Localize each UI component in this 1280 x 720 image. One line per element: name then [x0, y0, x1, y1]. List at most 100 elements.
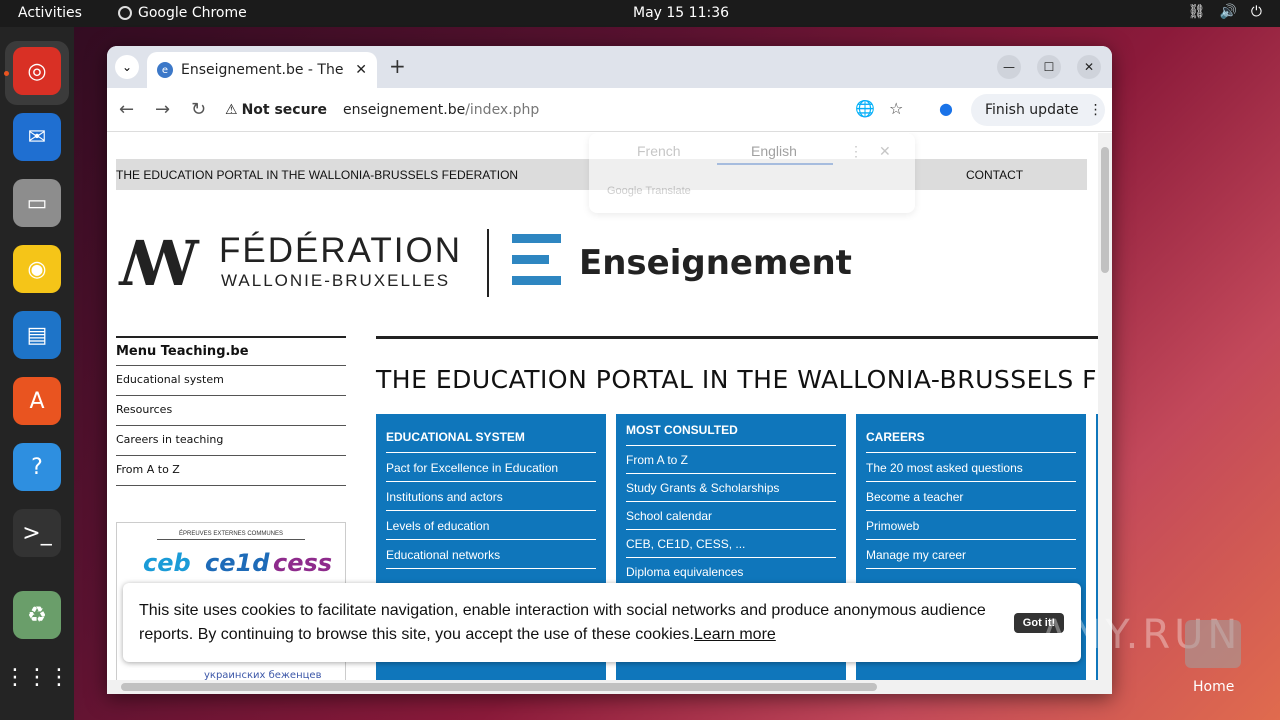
column-link[interactable]: Become a teacher [866, 482, 1076, 511]
side-menu: Menu Teaching.be Educational system Resou… [116, 336, 346, 486]
url-path: /index.php [465, 102, 540, 118]
finish-update-button[interactable]: Finish update ⋮ [971, 94, 1105, 126]
column-title[interactable]: MOST CONSULTED [626, 414, 836, 446]
back-button[interactable]: ← [119, 99, 134, 120]
system-tray[interactable]: ⛓ 🔊 ⏻ [1188, 4, 1262, 20]
translate-lang-to[interactable]: English [751, 143, 797, 159]
page-content: THE EDUCATION PORTAL IN THE WALLONIA-BRU… [107, 133, 1112, 694]
main-title-rule [376, 336, 1098, 339]
system-top-bar: Activities Google Chrome May 15 11:36 ⛓ … [0, 0, 1280, 27]
menu-title: Menu Teaching.be [116, 338, 346, 366]
maximize-button[interactable]: ☐ [1037, 55, 1061, 79]
column-link[interactable]: Manage my career [866, 540, 1076, 569]
column-link[interactable]: Levels of education [386, 511, 596, 540]
translate-brand: Google Translate [607, 185, 691, 197]
menu-item[interactable]: Careers in teaching [116, 426, 346, 456]
logo-divider [487, 229, 489, 297]
tab-strip: ⌄ e Enseignement.be - The E ✕ + — ☐ ✕ [107, 46, 1112, 88]
profile-icon[interactable]: ● [939, 99, 953, 118]
volume-icon: 🔊 [1219, 4, 1237, 20]
browser-window: ⌄ e Enseignement.be - The E ✕ + — ☐ ✕ ← … [107, 46, 1112, 694]
dock-rhythmbox-icon[interactable]: ◉ [13, 245, 61, 293]
chrome-icon [118, 6, 132, 20]
clock[interactable]: May 15 11:36 [633, 5, 729, 21]
horizontal-scroll-thumb[interactable] [121, 683, 877, 691]
exams-header: ÉPREUVES EXTERNES COMMUNES [157, 531, 305, 540]
main-title: THE EDUCATION PORTAL IN THE WALLONIA-BRU… [376, 365, 1098, 394]
dock-help-icon[interactable]: ? [13, 443, 61, 491]
dock-show-apps-icon[interactable]: ⋮⋮⋮ [4, 653, 70, 701]
horizontal-scrollbar[interactable] [107, 680, 1098, 694]
power-icon: ⏻ [1250, 4, 1262, 20]
browser-toolbar: ← → ↻ ⚠ Not secure enseignement.be /inde… [107, 88, 1112, 132]
forward-button[interactable]: → [155, 99, 170, 120]
logo-line1: FÉDÉRATION [219, 231, 462, 270]
column-link[interactable]: From A to Z [626, 446, 836, 474]
fwb-mark-icon: ꟿ [119, 227, 199, 300]
column-link[interactable]: Study Grants & Scholarships [626, 474, 836, 502]
dock-chrome-icon[interactable]: ◎ [13, 47, 61, 95]
warning-icon: ⚠ [225, 102, 238, 118]
column-link[interactable]: CEB, CE1D, CESS, ... [626, 530, 836, 558]
minimize-button[interactable]: — [997, 55, 1021, 79]
contact-link[interactable]: CONTACT [966, 168, 1023, 182]
menu-item[interactable]: Educational system [116, 366, 346, 396]
translate-close-icon[interactable]: ✕ [879, 143, 891, 160]
dock-thunderbird-icon[interactable]: ✉ [13, 113, 61, 161]
bookmark-star-icon[interactable]: ☆ [889, 99, 903, 118]
dock-app-center-icon[interactable]: A [13, 377, 61, 425]
app-name: Google Chrome [138, 5, 247, 21]
menu-item[interactable]: Resources [116, 396, 346, 426]
security-indicator[interactable]: ⚠ Not secure [225, 102, 327, 118]
ceb-logo: ceb [143, 549, 191, 577]
translate-active-underline [717, 163, 833, 165]
app-menu[interactable]: Google Chrome [118, 5, 247, 21]
ce1d-logo: ce1d [205, 549, 270, 577]
column-link[interactable]: The 20 most asked questions [866, 453, 1076, 482]
column-link[interactable]: Diploma equivalences [626, 558, 836, 586]
kebab-menu-icon: ⋮ [1088, 102, 1103, 118]
dock-files-icon[interactable]: ▭ [13, 179, 61, 227]
menu-item[interactable]: From A to Z [116, 456, 346, 486]
column-link[interactable]: Institutions and actors [386, 482, 596, 511]
logo-line2: WALLONIE-BRUXELLES [221, 271, 451, 290]
cookie-banner: This site uses cookies to facilitate nav… [123, 583, 1081, 662]
translate-lang-from[interactable]: French [637, 143, 681, 159]
column-link[interactable]: Primoweb [866, 511, 1076, 540]
column-title[interactable]: CAREERS [866, 414, 1076, 453]
running-indicator [4, 71, 9, 76]
site-favicon-icon: e [157, 62, 173, 78]
column-title[interactable]: EDUCATIONAL SYSTEM [386, 414, 596, 453]
home-folder-icon[interactable] [1185, 620, 1241, 668]
cookie-text: This site uses cookies to facilitate nav… [139, 602, 986, 643]
network-icon: ⛓ [1187, 4, 1206, 20]
column-link[interactable]: School calendar [626, 502, 836, 530]
tab-active[interactable]: e Enseignement.be - The E ✕ [147, 52, 377, 88]
home-label: Home [1193, 679, 1235, 695]
activities-button[interactable]: Activities [18, 5, 82, 21]
dock-trash-icon[interactable]: ♻ [13, 591, 61, 639]
tab-title: Enseignement.be - The E [181, 62, 350, 78]
translate-more-icon[interactable]: ⋮ [849, 143, 863, 160]
tab-close-icon[interactable]: ✕ [355, 62, 367, 78]
url-host: enseignement.be [342, 102, 466, 118]
dock-writer-icon[interactable]: ▤ [13, 311, 61, 359]
column-link[interactable]: Pact for Excellence in Education [386, 453, 596, 482]
cess-logo: cess [273, 549, 333, 577]
tab-search-button[interactable]: ⌄ [115, 55, 139, 79]
finish-update-label: Finish update [985, 102, 1079, 118]
translate-popup: French English ⋮ ✕ Google Translate [589, 133, 915, 213]
translate-icon[interactable]: 🌐 [855, 99, 875, 118]
not-secure-label: Not secure [241, 102, 327, 118]
reload-button[interactable]: ↻ [191, 99, 206, 120]
enseignement-brand[interactable]: Enseignement [579, 243, 852, 283]
vertical-scrollbar[interactable] [1098, 133, 1112, 694]
new-tab-button[interactable]: + [389, 54, 406, 78]
learn-more-link[interactable]: Learn more [694, 626, 776, 643]
close-window-button[interactable]: ✕ [1077, 55, 1101, 79]
column-link[interactable]: Educational networks [386, 540, 596, 569]
enseignement-e-icon [512, 234, 561, 297]
dock-terminal-icon[interactable]: >_ [13, 509, 61, 557]
vertical-scroll-thumb[interactable] [1101, 147, 1109, 273]
address-bar[interactable]: ⚠ Not secure enseignement.be /index.php [225, 94, 875, 126]
